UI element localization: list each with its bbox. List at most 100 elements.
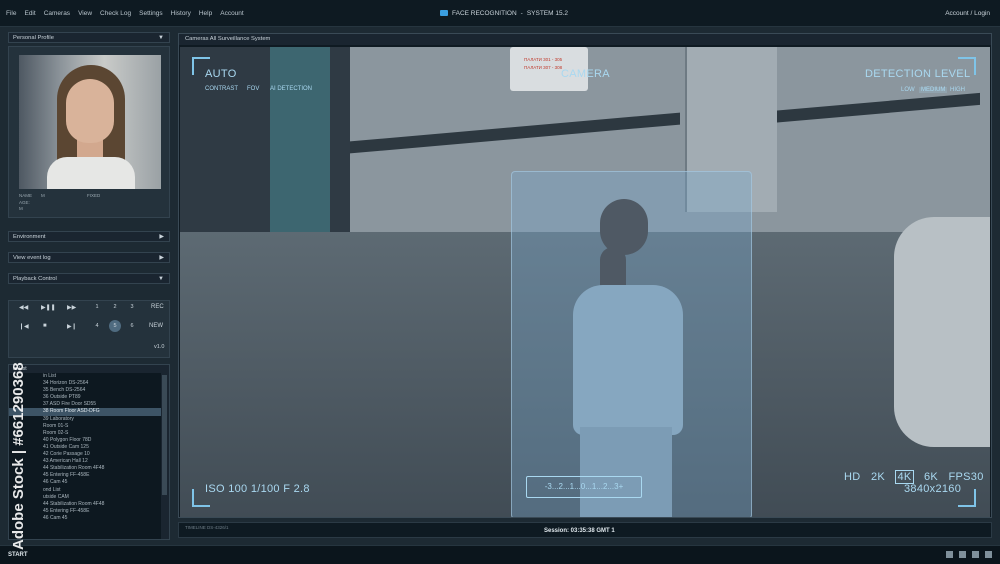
resolution-2k[interactable]: 2K [871,471,885,483]
camera-list-item[interactable]: 46 Cam 45 [9,515,161,522]
detection-medium[interactable]: MEDIUM [919,87,948,93]
menu-edit[interactable]: Edit [24,10,35,17]
info-col2: M [41,193,45,198]
chevron-down-icon: ▼ [158,276,164,282]
menu-settings[interactable]: Settings [139,10,163,17]
info-gender-label: M [19,206,23,211]
status-bar: START [0,545,1000,564]
playback-slot-2[interactable]: 2 [109,301,121,313]
camera-feed[interactable]: ПАЛАТИ 301 - 305 ПАЛАТИ 307 - 308 AUTO C… [180,47,990,517]
environment-panel[interactable]: Environment ▶ [8,231,170,242]
monitor-icon[interactable] [946,551,953,558]
session-time: Session: 03:35:38 GMT 1 [544,528,615,534]
window-title: FACE RECOGNITION - SYSTEM 15.2 [440,0,568,26]
camera-list-item[interactable]: 45 Entering FF-458E [9,508,161,515]
left-sidebar: Personal Profile ▼ NAME AGE: M M FIXED E… [8,32,172,540]
zoom-scale[interactable]: -3...2...1...0...1...2...3+ [526,476,642,498]
account-login-link[interactable]: Account / Login [945,0,990,26]
detection-high[interactable]: HIGH [950,87,965,93]
menu-history[interactable]: History [171,10,191,17]
camera-label: CAMERA [561,68,610,80]
rec-button[interactable]: REC [151,304,164,310]
camera-list-item[interactable]: 44 Stabilization Room 4F48 [9,465,161,472]
play-pause-icon[interactable]: ▶❚❚ [41,304,56,311]
version-label: v1.0 [154,344,165,350]
feed-header: Cameras All Surveillance System [179,34,991,45]
contrast-option[interactable]: CONTRAST [205,86,238,92]
menu-bar: File Edit Cameras View Check Log Setting… [0,0,1000,27]
fov-option[interactable]: FOV [247,86,259,92]
rewind-icon[interactable]: ◀◀ [19,304,28,311]
resolution-hd[interactable]: HD [844,471,861,483]
camera-list-item[interactable]: 44 Stabilization Room 4F48 [9,501,161,508]
camera-list-panel: ra List in List 34 Horizon DS-2564 35 Benc… [8,364,170,540]
camera-list-item[interactable]: 34 Horizon DS-2564 [9,380,161,387]
camera-icon [440,10,448,16]
fps-label[interactable]: FPS30 [949,471,984,483]
wifi-icon[interactable] [985,551,992,558]
camera-list-item[interactable]: 37 ASD Fire Door SD55 [9,401,161,408]
resolution-4k[interactable]: 4K [895,470,914,484]
play-arrow-icon: ▶ [159,234,164,240]
menu-help[interactable]: Help [199,10,212,17]
camera-list-item[interactable]: in List [9,373,161,380]
dimensions-readout: 3840x2160 [904,483,962,495]
play-arrow-icon: ▶ [159,255,164,261]
detection-low[interactable]: LOW [901,87,915,93]
playback-slot-4[interactable]: 4 [91,320,103,332]
face-photo [19,55,161,189]
playback-slot-3[interactable]: 3 [126,301,138,313]
detection-level-title: DETECTION LEVEL [865,68,971,80]
camera-list-item[interactable]: Room 02-S [9,430,161,437]
playback-control-header[interactable]: Playback Control ▼ [8,273,170,284]
system-version: SYSTEM 15.2 [526,9,569,17]
sign-line-2: ПАЛАТИ 307 - 308 [524,65,563,70]
info-name-label: NAME [19,193,33,198]
camera-list-item[interactable]: utside CAM [9,494,161,501]
skip-back-icon[interactable]: ❙◀ [19,323,29,330]
menu-view[interactable]: View [78,10,92,17]
info-col3: FIXED [87,193,101,198]
camera-list-header: ra List [13,366,27,372]
fast-forward-icon[interactable]: ▶▶ [67,304,76,311]
camera-list-item[interactable]: 39 Laboratory [9,416,161,423]
chevron-down-icon: ▼ [158,35,164,41]
skip-forward-icon[interactable]: ▶❙ [67,323,77,330]
menu-account[interactable]: Account [220,10,244,17]
new-button[interactable]: NEW [149,323,163,329]
menu-file[interactable]: File [6,10,16,17]
camera-list-item[interactable]: 35 Bench DS-2564 [9,387,161,394]
camera-list-item[interactable]: 42 Corie Passage 10 [9,451,161,458]
playback-slot-5[interactable]: 5 [109,320,121,332]
camera-list-item[interactable]: ond List [9,487,161,494]
scrollbar[interactable] [162,375,167,495]
camera-list-item[interactable]: 36 Outside PT89 [9,394,161,401]
resolution-6k[interactable]: 6K [924,471,938,483]
menu-check-log[interactable]: Check Log [100,10,131,17]
stop-icon[interactable]: ■ [43,323,47,329]
camera-list-item[interactable]: 40 Polygon Floor 78D [9,437,161,444]
detection-box[interactable] [511,171,752,517]
surveillance-panel: Cameras All Surveillance System ПАЛАТИ 3… [178,33,992,518]
ai-detection-option[interactable]: AI DETECTION [270,86,312,92]
sign-line-1: ПАЛАТИ 301 - 305 [524,57,563,62]
playback-control-panel: ◀◀ ▶❚❚ ▶▶ 1 2 3 REC ❙◀ ■ ▶❙ 4 5 6 NEW [8,300,170,358]
camera-list-item[interactable]: 46 Cam 45 [9,479,161,486]
event-log-panel[interactable]: View event log ▶ [8,252,170,263]
profile-info: NAME AGE: M M FIXED [19,193,100,213]
personal-profile-header[interactable]: Personal Profile ▼ [8,32,170,43]
camera-list-item[interactable]: Room 01-S [9,423,161,430]
menu-cameras[interactable]: Cameras [44,10,70,17]
auto-label: AUTO [205,68,237,80]
watermark: Adobe Stock | #661290368 [10,362,27,550]
camera-list-item[interactable]: 41 Outside Cam 125 [9,444,161,451]
camera-list-item[interactable]: 43 American Hall 12 [9,458,161,465]
playback-slot-6[interactable]: 6 [126,320,138,332]
volume-icon[interactable] [972,551,979,558]
camera-list-item[interactable]: 38 Room Floor ASD-DFG [9,408,161,416]
network-icon[interactable] [959,551,966,558]
camera-list-item[interactable]: 45 Entering FF-458E [9,472,161,479]
timeline-bar: TIMELINE DS-4326/1 Session: 03:35:38 GMT… [178,522,992,538]
playback-slot-1[interactable]: 1 [91,301,103,313]
personal-profile-panel: NAME AGE: M M FIXED [8,46,170,218]
